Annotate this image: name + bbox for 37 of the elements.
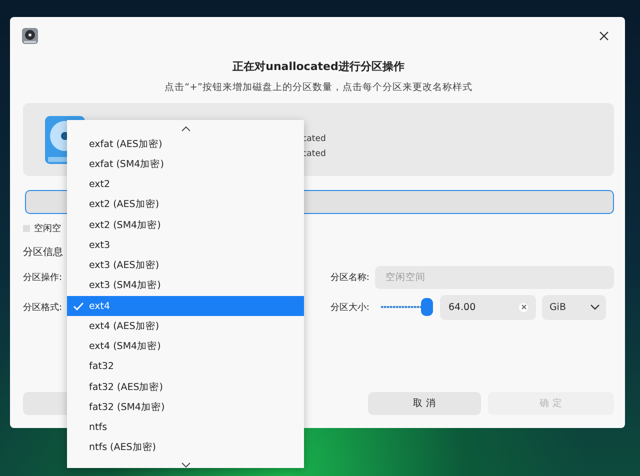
legend-label: 空闲空 bbox=[34, 222, 61, 235]
menu-item[interactable]: ext3 (SM4加密) bbox=[67, 276, 304, 296]
field-label: 分区格式: bbox=[23, 302, 62, 314]
menu-item[interactable]: fat32 bbox=[67, 356, 304, 377]
section-title: 分区信息 bbox=[23, 246, 63, 259]
menu-item[interactable]: ext3 bbox=[67, 235, 304, 256]
chevron-up-icon[interactable] bbox=[180, 126, 190, 132]
menu-item[interactable]: ext4 bbox=[67, 296, 304, 316]
field-label: 分区操作: bbox=[23, 272, 62, 284]
unit-dropdown[interactable]: GiB bbox=[542, 294, 606, 320]
chevron-down-icon bbox=[590, 304, 600, 310]
field-label: 分区名称: bbox=[330, 272, 370, 284]
dialog-title: 正在对unallocated进行分区操作 bbox=[232, 59, 406, 74]
size-value: 64.00 bbox=[448, 302, 476, 312]
size-slider[interactable] bbox=[381, 297, 434, 317]
menu-item[interactable]: ext4 (AES加密) bbox=[67, 316, 304, 336]
menu-item[interactable]: ext2 (AES加密) bbox=[67, 194, 304, 215]
menu-item[interactable]: ext2 (SM4加密) bbox=[67, 214, 304, 236]
menu-item[interactable]: ext2 bbox=[67, 174, 304, 195]
menu-item[interactable]: exfat (AES加密) bbox=[67, 134, 304, 154]
menu-item[interactable]: fat32 (SM4加密) bbox=[67, 397, 304, 418]
menu-item[interactable]: ext4 (SM4加密) bbox=[67, 336, 304, 357]
dialog-subtitle: 点击“+”按钮来增加磁盘上的分区数量，点击每个分区来更改名称样式 bbox=[164, 81, 474, 94]
menu-item[interactable]: fat32 (AES加密) bbox=[67, 376, 304, 398]
dialog-button[interactable]: 取 消 bbox=[368, 392, 481, 415]
menu-item[interactable]: ntfs bbox=[67, 417, 304, 438]
field-label: 分区大小: bbox=[330, 302, 370, 314]
size-field[interactable]: 64.00 bbox=[440, 294, 536, 320]
menu-item[interactable]: exfat (SM4加密) bbox=[67, 154, 304, 174]
menu-item[interactable]: ext3 (AES加密) bbox=[67, 255, 304, 276]
checkmark-icon bbox=[73, 302, 84, 311]
partition-name-field[interactable]: 空闲空间 bbox=[375, 266, 614, 288]
legend-swatch bbox=[23, 225, 30, 232]
close-icon bbox=[599, 31, 609, 41]
chevron-down-icon[interactable] bbox=[180, 462, 190, 468]
menu-item[interactable]: ntfs (AES加密) bbox=[67, 438, 304, 458]
clear-button[interactable] bbox=[519, 302, 528, 312]
